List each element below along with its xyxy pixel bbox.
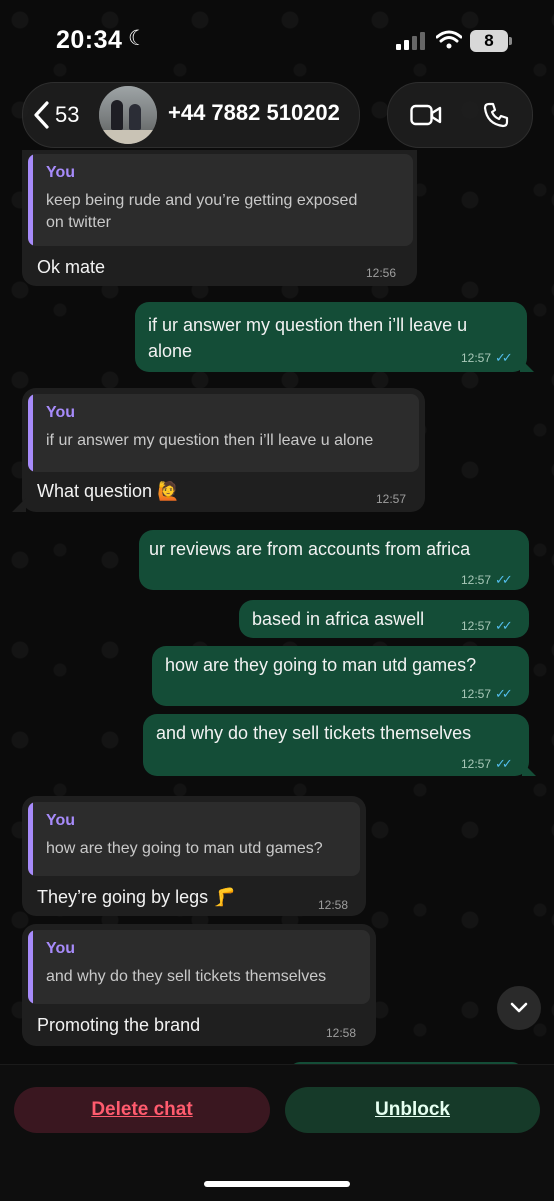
- contact-avatar[interactable]: [99, 86, 157, 144]
- message-time: 12:57 ✓✓: [461, 686, 513, 701]
- message-time: 12:57 ✓✓: [461, 756, 513, 771]
- voice-call-button[interactable]: [476, 95, 516, 135]
- quote-author: You: [46, 940, 76, 957]
- message-time: 12:58: [326, 1026, 357, 1040]
- quoted-message[interactable]: You and why do they sell tickets themsel…: [28, 930, 370, 1004]
- outgoing-message[interactable]: and why do they sell tickets themselves …: [143, 714, 529, 776]
- video-call-icon: [410, 104, 442, 126]
- outgoing-message[interactable]: ur reviews are from accounts from africa…: [139, 530, 529, 590]
- outgoing-message[interactable]: if ur answer my question then i’ll leave…: [135, 302, 527, 372]
- video-call-button[interactable]: [406, 95, 446, 135]
- unread-count: 53: [55, 102, 80, 127]
- quoted-message[interactable]: You keep being rude and you’re getting e…: [28, 154, 413, 246]
- quote-text: if ur answer my question then i’ll leave…: [46, 432, 374, 449]
- call-actions: [387, 82, 533, 148]
- wifi-icon: [436, 30, 462, 49]
- battery-tip: [509, 37, 512, 45]
- home-indicator: [204, 1181, 350, 1187]
- scroll-down-icon: [510, 1002, 528, 1013]
- message-text: They’re going by legs 🦵: [37, 887, 236, 907]
- unblock-button[interactable]: Unblock: [285, 1087, 540, 1133]
- read-receipt-icon: ✓✓: [495, 572, 513, 587]
- quote-text: keep being rude and you’re getting expos…: [46, 192, 358, 231]
- status-time: 20:34: [56, 26, 123, 54]
- outgoing-message[interactable]: how are they going to man utd games? 12:…: [152, 646, 529, 706]
- message-text: if ur answer my question then i’ll leave…: [148, 315, 468, 361]
- quote-text: and why do they sell tickets themselves: [46, 968, 327, 985]
- outgoing-message[interactable]: based in africa aswell 12:57 ✓✓: [239, 600, 529, 638]
- read-receipt-icon: ✓✓: [495, 756, 513, 771]
- voice-call-icon: [483, 102, 509, 128]
- message-time: 12:57: [376, 492, 407, 506]
- message-text: and why do they sell tickets themselves: [156, 723, 472, 743]
- delete-chat-button[interactable]: Delete chat: [14, 1087, 270, 1133]
- read-receipt-icon: ✓✓: [495, 618, 513, 633]
- scroll-to-bottom-button[interactable]: [497, 986, 541, 1030]
- message-time: 12:56: [366, 266, 397, 280]
- quote-author: You: [46, 812, 76, 829]
- read-receipt-icon: ✓✓: [495, 686, 513, 701]
- moon-icon: ☾: [128, 27, 147, 50]
- message-text: Ok mate: [37, 257, 106, 277]
- message-text: What question 🙋: [37, 481, 180, 501]
- message-time: 12:57 ✓✓: [461, 572, 513, 587]
- status-bar: 20:34 ☾ 8: [0, 0, 554, 80]
- contact-name[interactable]: +44 7882 510202: [168, 100, 340, 126]
- message-text: Promoting the brand: [37, 1015, 201, 1035]
- message-time: 12:57 ✓✓: [461, 350, 513, 365]
- message-text: how are they going to man utd games?: [165, 655, 477, 675]
- incoming-message[interactable]: You keep being rude and you’re getting e…: [22, 150, 417, 286]
- chat-header: 53 +44 7882 510202: [22, 82, 360, 148]
- battery-indicator: 8: [470, 30, 508, 52]
- incoming-message[interactable]: You and why do they sell tickets themsel…: [22, 924, 376, 1046]
- message-time: 12:57 ✓✓: [461, 618, 513, 633]
- incoming-message[interactable]: You how are they going to man utd games?…: [22, 796, 366, 916]
- quote-text: how are they going to man utd games?: [46, 840, 323, 857]
- quoted-message[interactable]: You how are they going to man utd games?: [28, 802, 360, 876]
- quoted-message[interactable]: You if ur answer my question then i’ll l…: [28, 394, 419, 472]
- back-button[interactable]: 53: [31, 93, 91, 137]
- message-time: 12:58: [318, 898, 349, 912]
- read-receipt-icon: ✓✓: [495, 350, 513, 365]
- quote-author: You: [46, 164, 76, 181]
- back-chevron-icon: [34, 101, 49, 129]
- signal-icon: [396, 32, 428, 50]
- quote-author: You: [46, 404, 76, 421]
- incoming-message[interactable]: You if ur answer my question then i’ll l…: [22, 388, 425, 512]
- message-text: based in africa aswell: [252, 609, 425, 629]
- message-text: ur reviews are from accounts from africa: [149, 539, 471, 559]
